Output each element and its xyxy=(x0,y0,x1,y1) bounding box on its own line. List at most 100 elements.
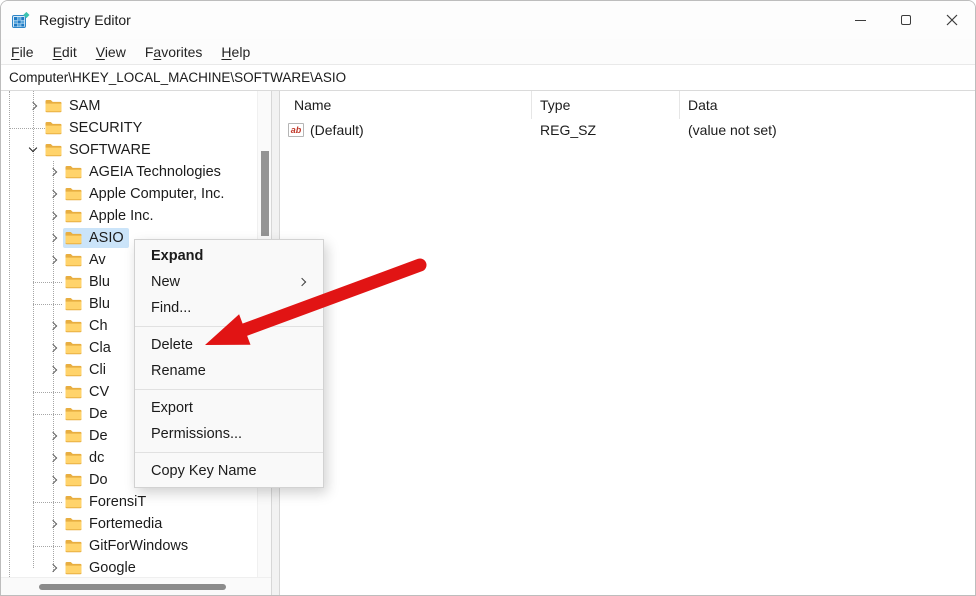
tree-item-label: Av xyxy=(89,252,106,268)
menu-item-edit[interactable]: Edit xyxy=(53,44,77,60)
tree-chevron-icon[interactable] xyxy=(45,229,63,247)
minimize-button[interactable] xyxy=(837,1,883,39)
minimize-icon xyxy=(854,19,866,21)
folder-icon xyxy=(65,496,82,509)
tree-item-label: Cla xyxy=(89,340,111,356)
tree-chevron-icon[interactable] xyxy=(25,97,43,115)
tree-item-label: CV xyxy=(89,384,110,400)
tree-item-forensit[interactable]: ForensiT xyxy=(1,491,257,513)
context-menu-item-expand[interactable]: Expand xyxy=(135,243,323,269)
menu-item-file[interactable]: File xyxy=(11,44,34,60)
tree-chevron-icon xyxy=(45,295,63,313)
folder-icon xyxy=(65,298,82,311)
tree-item-security[interactable]: SECURITY xyxy=(1,117,257,139)
tree-chevron-icon[interactable] xyxy=(45,427,63,445)
folder-icon xyxy=(45,100,62,113)
context-menu-item-rename[interactable]: Rename xyxy=(135,358,323,384)
tree-horizontal-scrollbar[interactable] xyxy=(1,577,271,595)
folder-icon xyxy=(65,276,82,289)
column-header-data[interactable]: Data xyxy=(680,91,975,119)
tree-item-sam[interactable]: SAM xyxy=(1,95,257,117)
tree-item-apple-inc[interactable]: Apple Inc. xyxy=(1,205,257,227)
menubar: File Edit View Favorites Help xyxy=(1,39,975,64)
close-button[interactable] xyxy=(929,1,975,39)
value-data: (value not set) xyxy=(688,122,777,138)
folder-icon xyxy=(65,320,82,333)
context-menu-item-label: Delete xyxy=(151,337,193,353)
tree-item-label: De xyxy=(89,428,108,444)
tree-item-fortemedia[interactable]: Fortemedia xyxy=(1,513,257,535)
folder-icon xyxy=(65,166,82,179)
tree-item-gitforwindows[interactable]: GitForWindows xyxy=(1,535,257,557)
context-menu-item-export[interactable]: Export xyxy=(135,395,323,421)
tree-chevron-icon[interactable] xyxy=(45,317,63,335)
tree-chevron-icon[interactable] xyxy=(45,163,63,181)
tree-item-label: SECURITY xyxy=(69,120,143,136)
tree-item-label: ForensiT xyxy=(89,494,147,510)
registry-editor-app-icon xyxy=(12,11,30,28)
context-menu-item-permissions[interactable]: Permissions... xyxy=(135,421,323,447)
column-header-name[interactable]: Name xyxy=(280,91,532,119)
tree-vertical-scrollbar-thumb[interactable] xyxy=(261,151,269,236)
folder-icon xyxy=(65,518,82,531)
context-menu-item-new[interactable]: New xyxy=(135,269,323,295)
tree-chevron-icon[interactable] xyxy=(45,339,63,357)
tree-chevron-icon xyxy=(45,493,63,511)
submenu-chevron-icon xyxy=(297,277,307,287)
tree-item-label: AGEIA Technologies xyxy=(89,164,221,180)
context-menu-item-label: Copy Key Name xyxy=(151,463,257,479)
tree-chevron-icon xyxy=(45,383,63,401)
menu-item-help[interactable]: Help xyxy=(221,44,250,60)
tree-chevron-icon[interactable] xyxy=(45,185,63,203)
tree-item-label: Apple Inc. xyxy=(89,208,154,224)
tree-item-apple-computer-inc[interactable]: Apple Computer, Inc. xyxy=(1,183,257,205)
tree-item-label: Ch xyxy=(89,318,108,334)
folder-icon xyxy=(65,408,82,421)
column-header-type[interactable]: Type xyxy=(532,91,680,119)
window-title: Registry Editor xyxy=(39,12,131,28)
context-menu-item-label: Permissions... xyxy=(151,426,243,442)
tree-item-label: GitForWindows xyxy=(89,538,189,554)
tree-item-label: Blu xyxy=(89,296,110,312)
context-menu-item-find[interactable]: Find... xyxy=(135,295,323,321)
context-menu-item-label: Expand xyxy=(151,248,204,264)
tree-horizontal-scrollbar-thumb[interactable] xyxy=(39,584,226,590)
context-menu-item-delete[interactable]: Delete xyxy=(135,332,323,358)
tree-item-label: Blu xyxy=(89,274,110,290)
tree-item-ageia-technologies[interactable]: AGEIA Technologies xyxy=(1,161,257,183)
tree-item-google[interactable]: Google xyxy=(1,557,257,579)
tree-chevron-icon[interactable] xyxy=(45,515,63,533)
context-menu-item-copy-key-name[interactable]: Copy Key Name xyxy=(135,458,323,484)
maximize-button[interactable] xyxy=(883,1,929,39)
address-bar xyxy=(1,64,975,91)
context-menu-separator xyxy=(135,389,323,390)
menu-item-view[interactable]: View xyxy=(96,44,126,60)
folder-icon xyxy=(65,342,82,355)
tree-chevron-icon[interactable] xyxy=(45,361,63,379)
folder-icon xyxy=(65,562,82,575)
address-input[interactable] xyxy=(1,70,975,85)
registry-editor-window: Registry Editor File Edit View Favorites Hel… xyxy=(0,0,976,596)
folder-icon xyxy=(45,122,62,135)
context-menu-item-label: Find... xyxy=(151,300,192,316)
tree-item-label: dc xyxy=(89,450,105,466)
tree-item-label: Do xyxy=(89,472,108,488)
tree-chevron-icon[interactable] xyxy=(45,207,63,225)
tree-chevron-icon xyxy=(45,273,63,291)
registry-value-row[interactable]: ab (Default) REG_SZ (value not set) xyxy=(280,119,975,141)
folder-icon xyxy=(65,474,82,487)
tree-chevron-icon[interactable] xyxy=(45,251,63,269)
context-menu-item-label: Rename xyxy=(151,363,206,379)
tree-item-label: SAM xyxy=(69,98,101,114)
tree-chevron-icon[interactable] xyxy=(45,471,63,489)
tree-chevron-icon[interactable] xyxy=(45,449,63,467)
folder-icon xyxy=(65,364,82,377)
context-menu-item-label: New xyxy=(151,274,181,290)
tree-chevron-icon[interactable] xyxy=(45,559,63,577)
folder-icon xyxy=(65,232,82,245)
menu-item-favorites[interactable]: Favorites xyxy=(145,44,203,60)
tree-chevron-icon[interactable] xyxy=(25,141,43,159)
tree-item-software[interactable]: SOFTWARE xyxy=(1,139,257,161)
maximize-icon xyxy=(901,15,911,25)
context-menu: Expand New Find... Delete Rename Export … xyxy=(134,239,324,488)
